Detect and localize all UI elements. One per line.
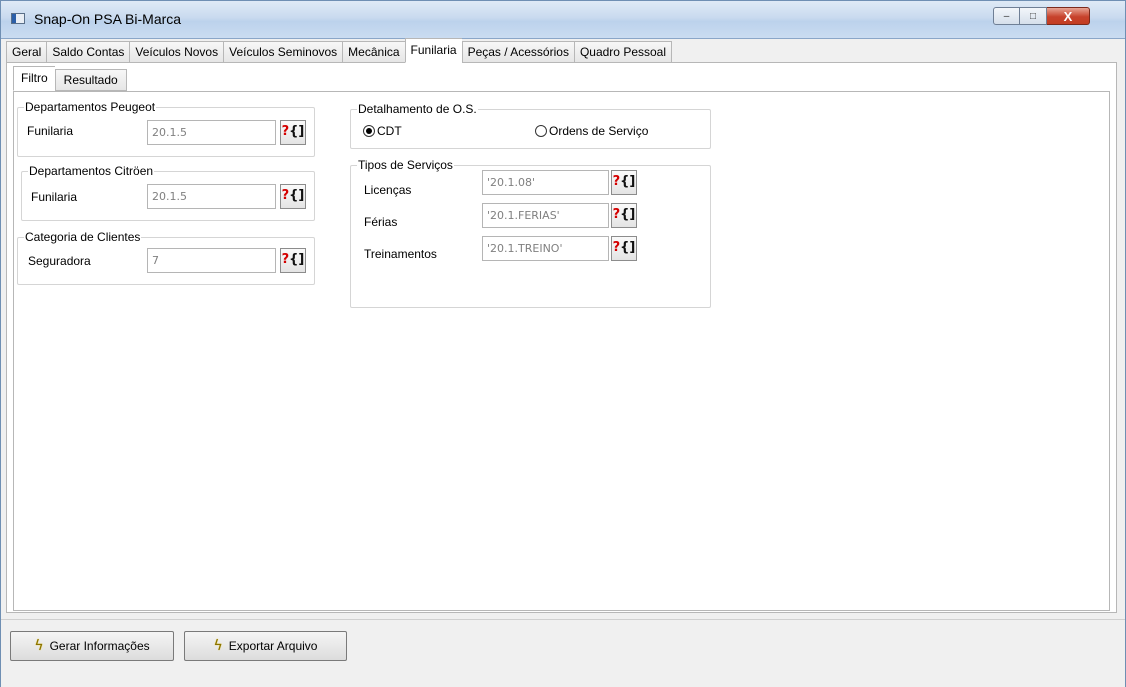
seguradora-input[interactable]: 7 [147,248,276,273]
title-bar[interactable]: Snap-On PSA Bi-Marca – □ X [1,1,1125,39]
close-button[interactable]: X [1047,7,1090,25]
radio-label: CDT [377,124,402,138]
lookup-button[interactable]: ?{] [611,203,637,228]
filtro-panel: Departamentos Peugeot Funilaria 20.1.5 ?… [13,91,1110,611]
radio-unselected-icon [535,125,547,137]
tab-filtro[interactable]: Filtro [13,66,55,91]
group-title: Categoria de Clientes [25,230,141,244]
bottom-toolbar: ϟ Gerar Informações ϟ Exportar Arquivo [1,619,1125,687]
licencas-input[interactable]: '20.1.08' [482,170,609,195]
lookup-button[interactable]: ?{] [280,248,306,273]
minimize-button[interactable]: – [993,7,1020,25]
lookup-button[interactable]: ?{] [280,120,306,145]
ferias-input[interactable]: '20.1.FERIAS' [482,203,609,228]
list-icon: {] [289,188,305,203]
sub-tab-strip: Filtro Resultado [13,66,127,91]
peugeot-funilaria-label: Funilaria [27,124,74,138]
button-label: Gerar Informações [49,639,150,653]
peugeot-funilaria-input[interactable]: 20.1.5 [147,120,276,145]
group-title: Detalhamento de O.S. [358,102,477,116]
window-title: Snap-On PSA Bi-Marca [34,11,182,27]
tab-quadro-pessoal[interactable]: Quadro Pessoal [573,41,673,63]
maximize-button[interactable]: □ [1020,7,1047,25]
group-title: Tipos de Serviços [358,158,453,172]
lookup-button[interactable]: ?{] [611,170,637,195]
exportar-arquivo-button[interactable]: ϟ Exportar Arquivo [184,631,347,661]
app-window: Snap-On PSA Bi-Marca – □ X Geral Saldo C… [0,0,1126,687]
tab-veiculos-seminovos[interactable]: Veículos Seminovos [223,41,343,63]
gerar-informacoes-button[interactable]: ϟ Gerar Informações [10,631,174,661]
citroen-funilaria-label: Funilaria [31,190,78,204]
tab-veiculos-novos[interactable]: Veículos Novos [129,41,224,63]
radio-selected-icon [363,125,375,137]
tab-resultado[interactable]: Resultado [54,69,127,91]
treinamentos-label: Treinamentos [364,247,437,261]
detalhamento-group: Detalhamento de O.S. [350,102,711,149]
group-title: Departamentos Citröen [29,164,154,178]
lightning-icon: ϟ [213,638,223,654]
list-icon: {] [289,124,305,139]
lightning-icon: ϟ [34,638,44,654]
citroen-funilaria-input[interactable]: 20.1.5 [147,184,276,209]
list-icon: {] [620,174,636,189]
treinamentos-input[interactable]: '20.1.TREINO' [482,236,609,261]
tab-funilaria[interactable]: Funilaria [404,38,462,63]
tab-saldo-contas[interactable]: Saldo Contas [46,41,130,63]
button-label: Exportar Arquivo [228,639,318,653]
tab-geral[interactable]: Geral [6,41,47,63]
list-icon: {] [620,240,636,255]
seguradora-label: Seguradora [28,254,91,268]
app-icon [11,13,25,24]
tab-pecas-acessorios[interactable]: Peças / Acessórios [461,41,574,63]
ferias-label: Férias [364,215,398,229]
main-tab-strip: Geral Saldo Contas Veículos Novos Veícul… [6,38,673,63]
lookup-button[interactable]: ?{] [611,236,637,261]
radio-label: Ordens de Serviço [549,124,649,138]
tab-mecanica[interactable]: Mecânica [342,41,405,63]
group-title: Departamentos Peugeot [25,100,156,114]
window-controls: – □ X [993,7,1090,25]
licencas-label: Licenças [364,183,412,197]
list-icon: {] [620,207,636,222]
radio-cdt[interactable]: CDT [363,124,402,138]
radio-ordens-servico[interactable]: Ordens de Serviço [535,124,648,138]
list-icon: {] [289,252,305,267]
lookup-button[interactable]: ?{] [280,184,306,209]
